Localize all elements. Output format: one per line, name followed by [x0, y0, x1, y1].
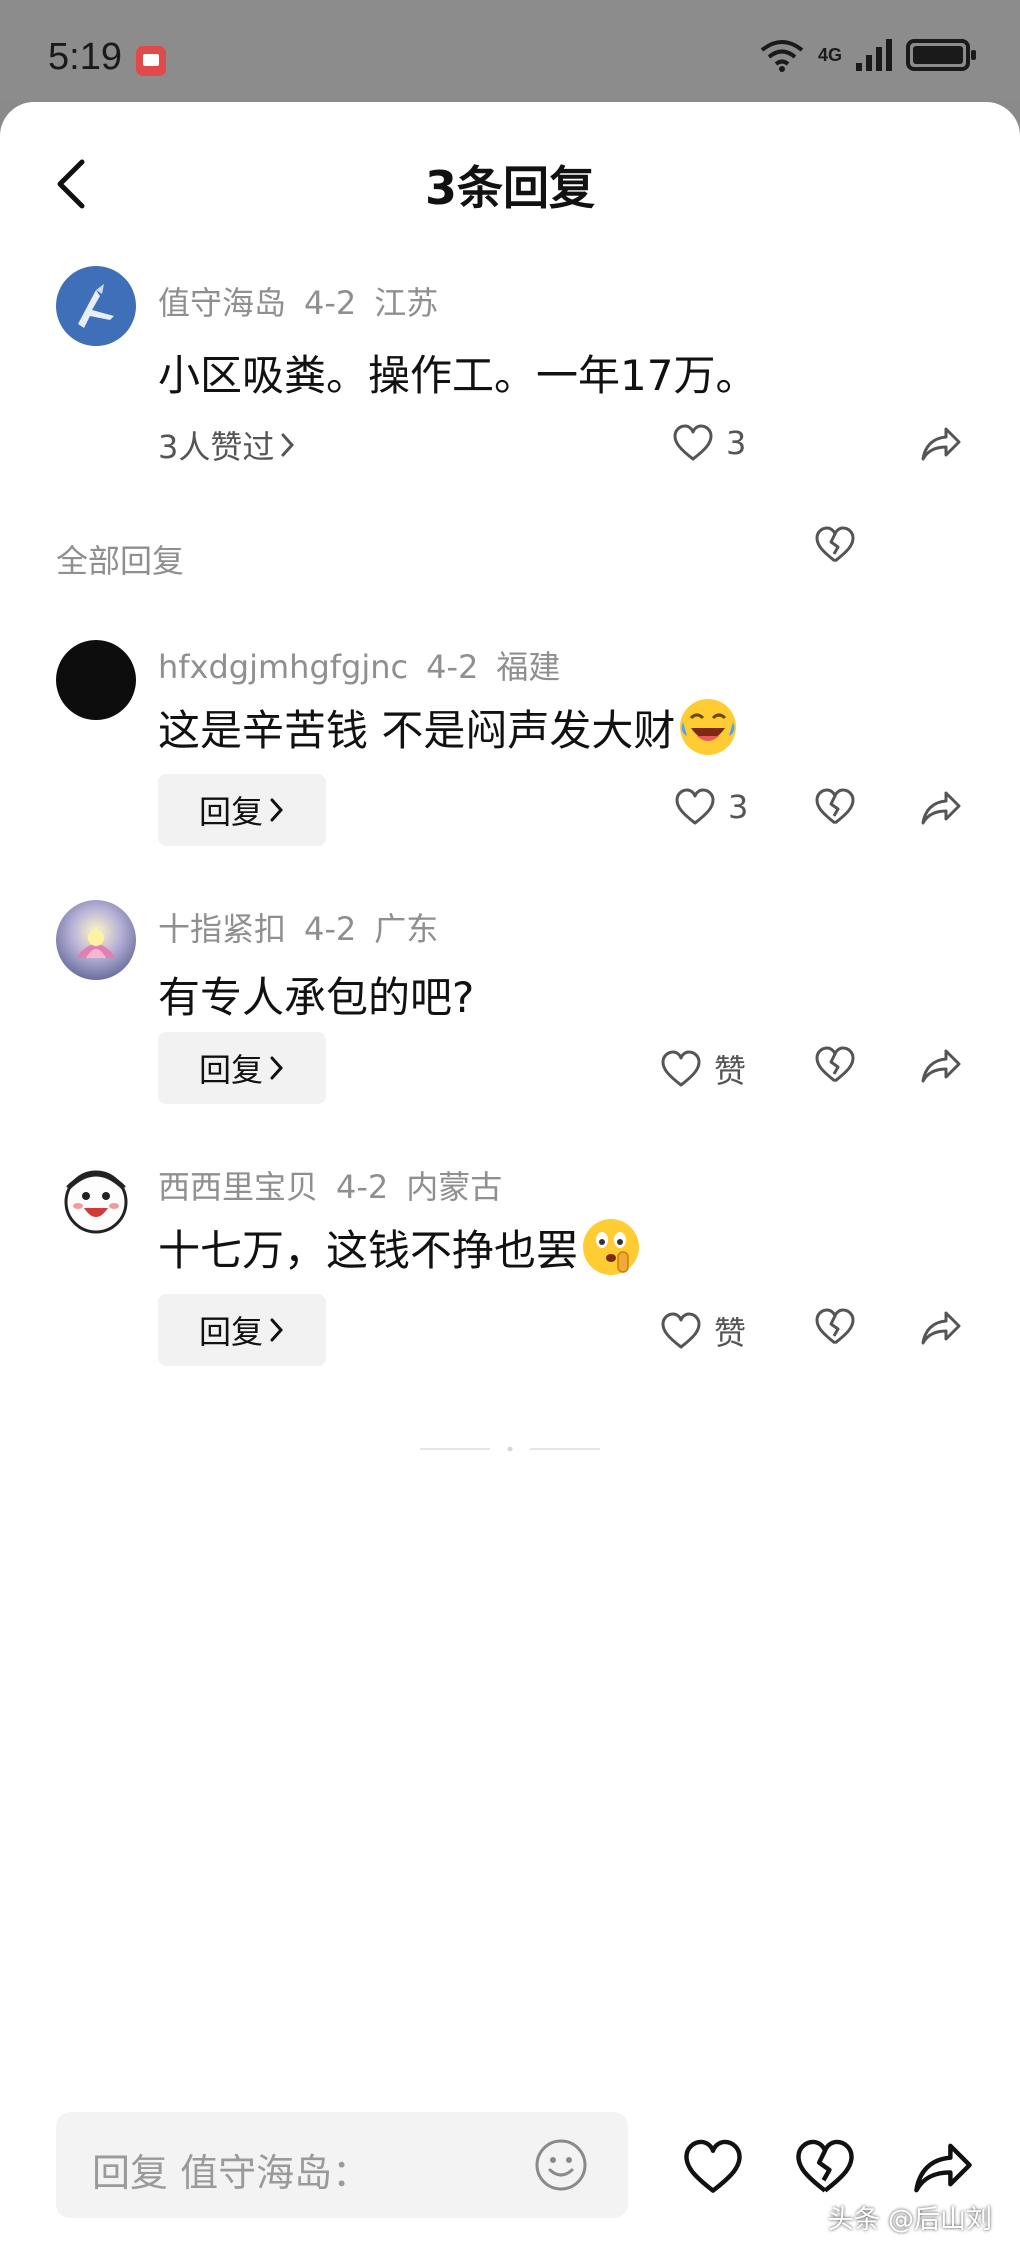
- comment-date: 4-2: [304, 284, 357, 322]
- comment-text: 有专人承包的吧?: [158, 973, 475, 1022]
- comment-location: 内蒙古: [406, 1168, 503, 1206]
- page-title: 3条回复: [424, 161, 595, 215]
- reply-button[interactable]: 回复: [158, 774, 326, 846]
- like-button[interactable]: 3: [672, 424, 746, 462]
- like-button[interactable]: 赞: [660, 1308, 746, 1354]
- shushing-face-emoji: [583, 1219, 640, 1275]
- sheet-header: 3条回复: [0, 102, 1020, 262]
- lotus-avatar-image: [56, 900, 136, 980]
- comment-text-body: 十七万，这钱不挣也罢: [158, 1225, 579, 1275]
- wifi-icon: [760, 40, 804, 72]
- comment-text: 小区吸粪。操作工。一年17万。: [158, 351, 758, 400]
- jet-avatar-image: [56, 266, 136, 346]
- dislike-icon[interactable]: [814, 1046, 856, 1084]
- comment-text: 这是辛苦钱 不是闷声发大财: [158, 696, 739, 758]
- comment-meta: 西西里宝贝 4-2 内蒙古: [158, 1162, 520, 1208]
- comment-text: 十七万，这钱不挣也罢: [158, 1216, 642, 1278]
- dislike-icon[interactable]: [814, 526, 856, 564]
- heart-icon: [661, 1050, 701, 1087]
- avatar[interactable]: [56, 640, 136, 720]
- dislike-icon[interactable]: [814, 1308, 856, 1346]
- dislike-icon[interactable]: [814, 788, 856, 826]
- avatar[interactable]: [56, 266, 136, 346]
- like-label: 赞: [714, 1052, 747, 1090]
- username[interactable]: 十指紧扣: [158, 910, 286, 948]
- bottom-reply-bar: 回复 值守海岛： 头条 @后山刘: [0, 2107, 1020, 2250]
- username[interactable]: 西西里宝贝: [158, 1168, 318, 1206]
- reply-button-label: 回复: [198, 793, 263, 831]
- notification-app-icon: [136, 46, 166, 76]
- watermark: 头条 @后山刘: [827, 2205, 992, 2235]
- reply-button-label: 回复: [198, 1051, 263, 1089]
- comment-text-body: 这是辛苦钱 不是闷声发大财: [158, 705, 676, 755]
- signal-icon: [856, 39, 892, 71]
- replies-sheet: 3条回复 值守海岛 4-2 江苏 小区吸粪。操作工。一年17万。 3人赞过 3 全部…: [0, 102, 1020, 2250]
- section-label: 全部回复: [56, 542, 185, 580]
- heart-icon: [661, 1312, 701, 1349]
- comment-date: 4-2: [426, 648, 479, 686]
- avatar[interactable]: [56, 900, 136, 980]
- heart-icon: [673, 424, 713, 461]
- reply-input-placeholder: 回复 值守海岛：: [92, 2151, 371, 2195]
- chevron-right-icon: [270, 1056, 284, 1080]
- like-count: 3: [726, 424, 747, 462]
- comment-date: 4-2: [304, 910, 357, 948]
- likers-link[interactable]: 3人赞过: [158, 422, 296, 468]
- network-type: 4G: [817, 44, 842, 65]
- dislike-icon[interactable]: [794, 2139, 856, 2195]
- chevron-right-icon: [270, 798, 284, 822]
- username[interactable]: 值守海岛: [158, 284, 286, 322]
- chevron-right-icon: [281, 433, 295, 457]
- share-icon[interactable]: [920, 790, 962, 826]
- end-of-list-divider: [420, 1447, 600, 1451]
- comment-location: 江苏: [374, 284, 439, 322]
- share-icon[interactable]: [920, 1048, 962, 1084]
- chevron-right-icon: [270, 1318, 284, 1342]
- comment-meta: 十指紧扣 4-2 广东: [158, 904, 456, 950]
- comment-location: 福建: [496, 648, 561, 686]
- status-time: 5:19: [48, 36, 122, 78]
- reply-button[interactable]: 回复: [158, 1294, 326, 1366]
- share-icon[interactable]: [920, 426, 962, 462]
- username[interactable]: hfxdgjmhgfgjnc: [158, 648, 408, 686]
- reply-button-label: 回复: [198, 1313, 263, 1351]
- share-icon[interactable]: [920, 1310, 962, 1346]
- like-count: 3: [728, 788, 749, 826]
- like-button[interactable]: 3: [674, 788, 748, 826]
- reply-input[interactable]: 回复 值守海岛：: [56, 2112, 628, 2218]
- comment-meta: 值守海岛 4-2 江苏: [158, 278, 456, 324]
- avatar[interactable]: [56, 1160, 136, 1240]
- laughing-crying-emoji: [680, 699, 737, 755]
- battery-icon: [906, 39, 976, 71]
- cartoon-avatar-image: [56, 1160, 136, 1240]
- like-label: 赞: [714, 1314, 747, 1352]
- reply-button[interactable]: 回复: [158, 1032, 326, 1104]
- comment-location: 广东: [374, 910, 439, 948]
- comment-date: 4-2: [336, 1168, 389, 1206]
- emoji-picker-icon[interactable]: [534, 2138, 588, 2192]
- heart-icon[interactable]: [682, 2139, 744, 2195]
- status-icons: 4G: [760, 38, 976, 72]
- heart-icon: [675, 788, 715, 825]
- like-button[interactable]: 赞: [660, 1046, 746, 1092]
- status-bar: 5:19 4G: [0, 0, 1020, 100]
- comment-meta: hfxdgjmhgfgjnc 4-2 福建: [158, 642, 578, 688]
- share-icon[interactable]: [912, 2141, 974, 2195]
- likers-link-label: 3人赞过: [158, 428, 275, 466]
